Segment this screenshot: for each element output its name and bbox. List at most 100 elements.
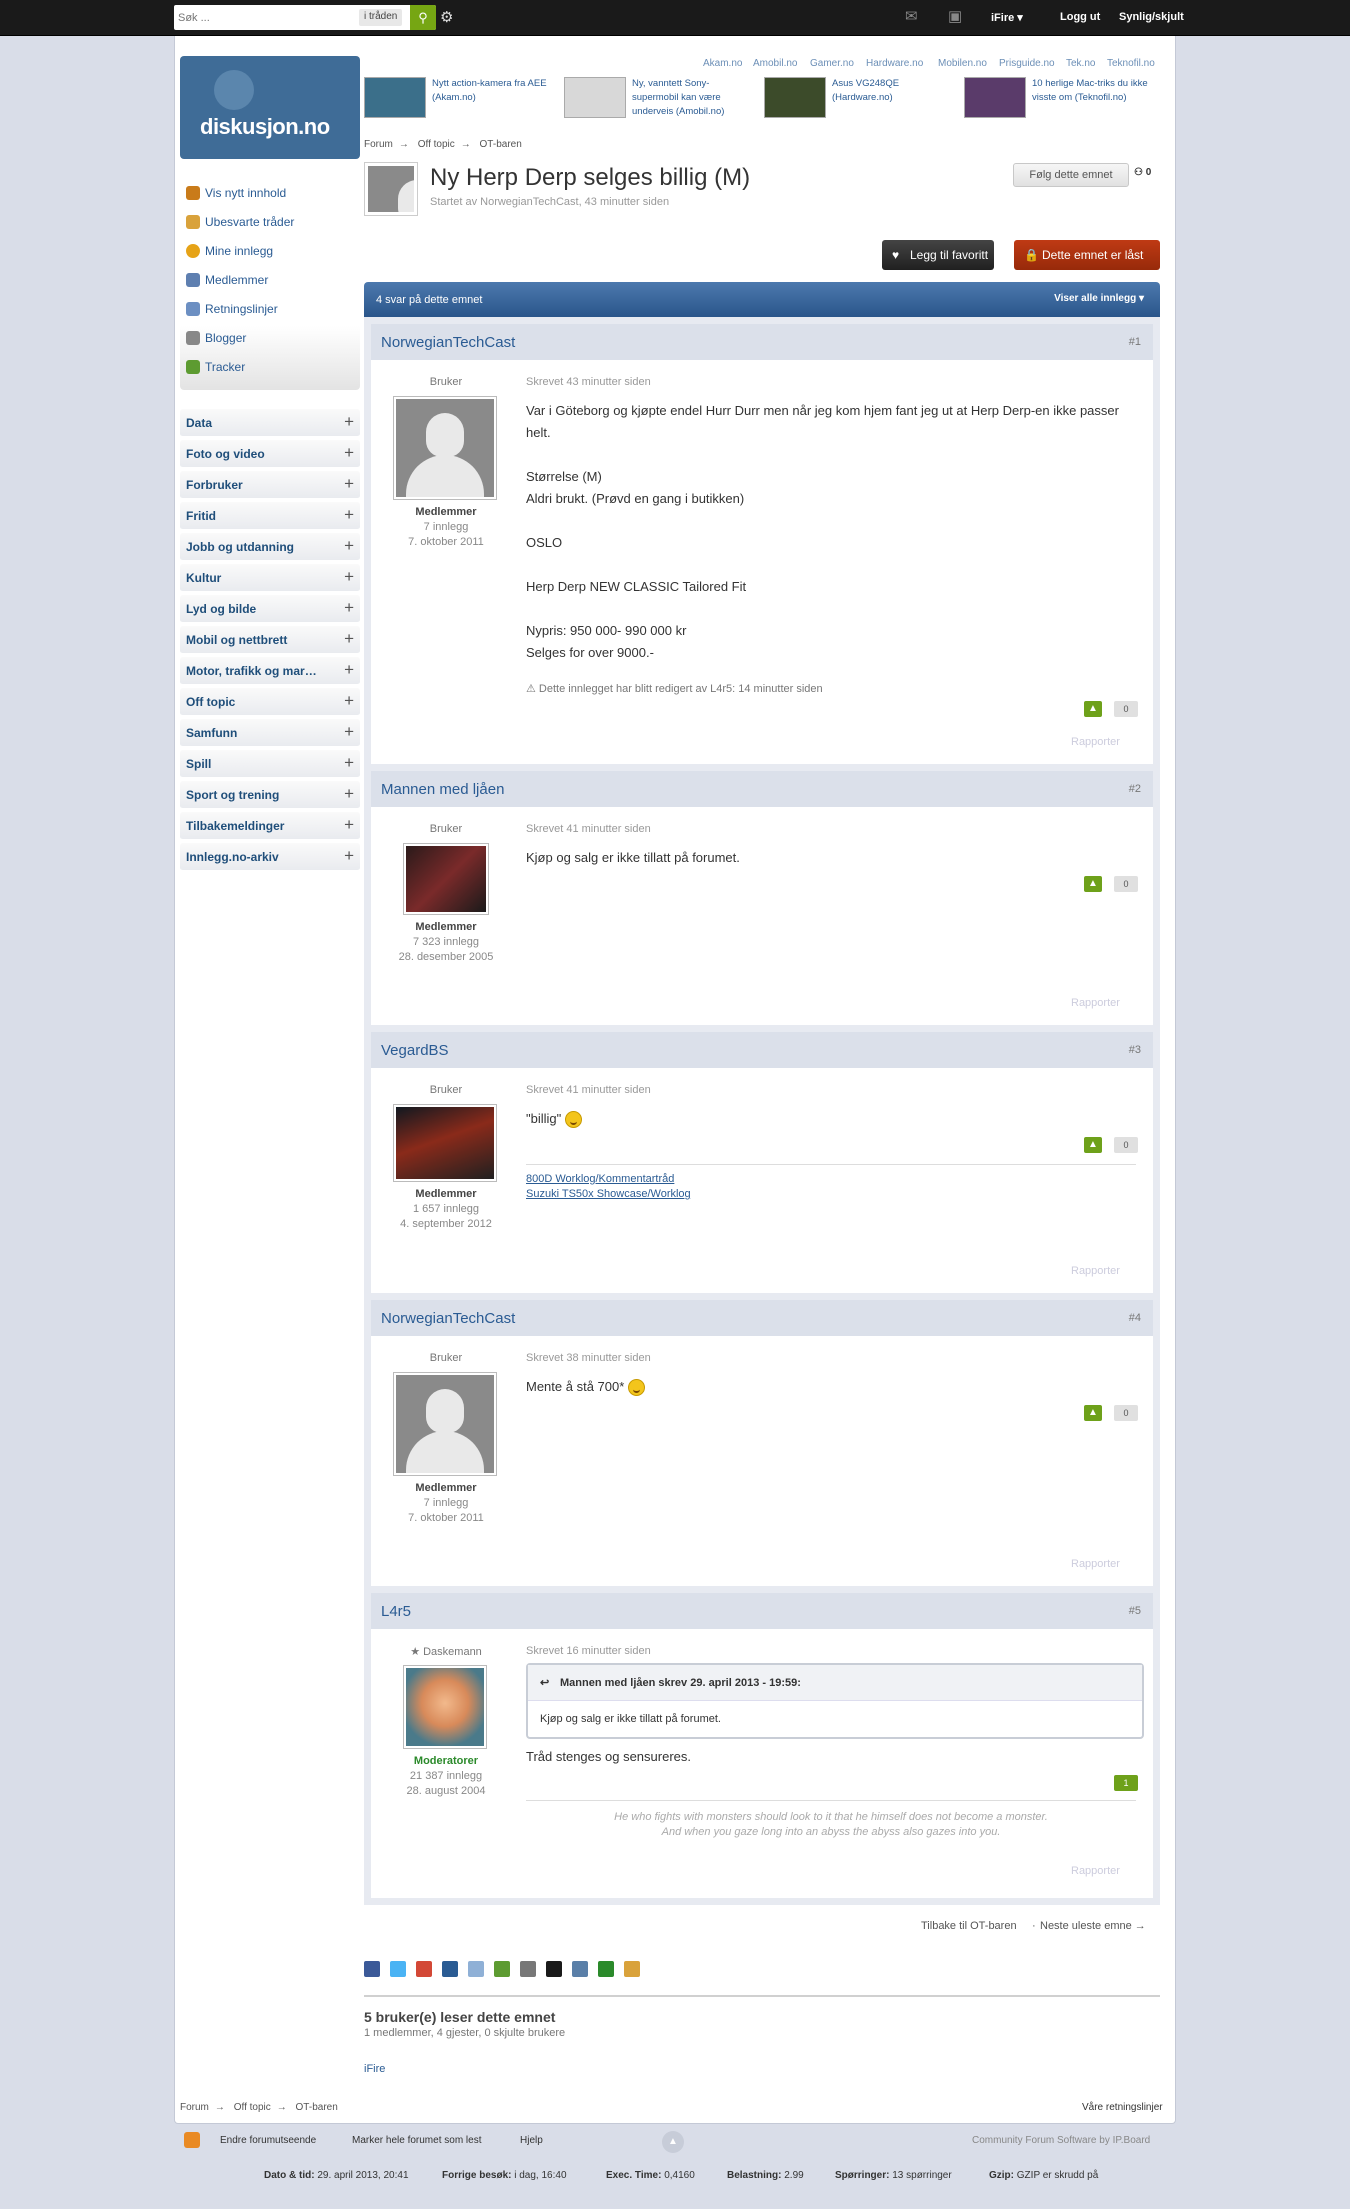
bookmark-icon[interactable] xyxy=(624,1961,640,1977)
category-lyd[interactable]: Lyd og bilde + xyxy=(180,595,360,623)
category-foto[interactable]: Foto og video + xyxy=(180,440,360,468)
breadcrumb-forum[interactable]: Forum xyxy=(180,2102,209,2113)
nav-new-content[interactable]: Vis nytt innhold xyxy=(186,184,286,202)
post-author[interactable]: Mannen med ljåen xyxy=(381,781,504,798)
category-spill[interactable]: Spill + xyxy=(180,750,360,778)
upvote-button[interactable]: ▲ xyxy=(1084,701,1102,717)
site-link[interactable]: Akam.no xyxy=(703,58,742,69)
site-link[interactable]: Mobilen.no xyxy=(938,58,987,69)
expand-icon[interactable]: + xyxy=(344,505,354,525)
expand-icon[interactable]: + xyxy=(344,536,354,556)
nav-members[interactable]: Medlemmer xyxy=(186,271,268,289)
post-author[interactable]: L4r5 xyxy=(381,1603,411,1620)
reddit-icon[interactable] xyxy=(572,1961,588,1977)
delicious-icon[interactable] xyxy=(546,1961,562,1977)
expand-icon[interactable]: + xyxy=(344,474,354,494)
report-link[interactable]: Rapporter xyxy=(1071,1265,1120,1277)
report-link[interactable]: Rapporter xyxy=(1071,1558,1120,1570)
category-sport[interactable]: Sport og trening + xyxy=(180,781,360,809)
download-icon[interactable] xyxy=(494,1961,510,1977)
reader-link[interactable]: iFire xyxy=(364,2063,385,2075)
post-author[interactable]: NorwegianTechCast xyxy=(381,1310,515,1327)
expand-icon[interactable]: + xyxy=(344,629,354,649)
post-date[interactable]: Skrevet 16 minutter siden xyxy=(526,1645,651,1657)
email-icon[interactable] xyxy=(468,1961,484,1977)
post-number[interactable]: #2 xyxy=(1129,783,1141,795)
search-button[interactable]: ⚲ xyxy=(410,5,436,30)
post-date[interactable]: Skrevet 41 minutter siden xyxy=(526,1084,651,1096)
category-arkiv[interactable]: Innlegg.no-arkiv + xyxy=(180,843,360,871)
expand-icon[interactable]: + xyxy=(344,753,354,773)
post-number[interactable]: #3 xyxy=(1129,1044,1141,1056)
nav-blogs[interactable]: Blogger xyxy=(186,329,246,347)
post-author[interactable]: NorwegianTechCast xyxy=(381,334,515,351)
post-date[interactable]: Skrevet 41 minutter siden xyxy=(526,823,651,835)
notifications-icon[interactable]: ▣ xyxy=(948,7,962,25)
site-link[interactable]: Gamer.no xyxy=(810,58,854,69)
post-date[interactable]: Skrevet 38 minutter siden xyxy=(526,1352,651,1364)
breadcrumb-offtopic[interactable]: Off topic xyxy=(418,139,455,150)
site-link[interactable]: Prisguide.no xyxy=(999,58,1055,69)
nav-unanswered[interactable]: Ubesvarte tråder xyxy=(186,213,294,231)
site-logo[interactable]: diskusjon.no xyxy=(180,56,360,159)
site-link[interactable]: Tek.no xyxy=(1066,58,1095,69)
stumble-icon[interactable] xyxy=(598,1961,614,1977)
starter-avatar[interactable] xyxy=(364,162,418,216)
site-link[interactable]: Amobil.no xyxy=(753,58,797,69)
show-all-dropdown[interactable]: Viser alle innlegg ▾ xyxy=(1054,293,1144,304)
expand-icon[interactable]: + xyxy=(344,722,354,742)
avatar[interactable] xyxy=(393,396,497,500)
category-jobb[interactable]: Jobb og utdanning + xyxy=(180,533,360,561)
facebook-icon[interactable] xyxy=(364,1961,380,1977)
nav-guidelines[interactable]: Retningslinjer xyxy=(186,300,278,318)
nav-my-posts[interactable]: Mine innlegg xyxy=(186,242,273,260)
print-icon[interactable] xyxy=(520,1961,536,1977)
avatar[interactable] xyxy=(403,843,489,915)
guidelines-link[interactable]: Våre retningslinjer xyxy=(1082,2102,1163,2113)
category-kultur[interactable]: Kultur + xyxy=(180,564,360,592)
category-mobil[interactable]: Mobil og nettbrett + xyxy=(180,626,360,654)
upvote-button[interactable]: ▲ xyxy=(1084,1405,1102,1421)
expand-icon[interactable]: + xyxy=(344,567,354,587)
post-number[interactable]: #4 xyxy=(1129,1312,1141,1324)
category-fritid[interactable]: Fritid + xyxy=(180,502,360,530)
digg-icon[interactable] xyxy=(442,1961,458,1977)
avatar[interactable] xyxy=(393,1372,497,1476)
locked-button[interactable]: 🔒 Dette emnet er låst xyxy=(1014,240,1160,270)
expand-icon[interactable]: + xyxy=(344,598,354,618)
user-menu[interactable]: iFire ▾ xyxy=(991,11,1023,24)
gear-icon[interactable]: ⚙ xyxy=(440,8,453,26)
back-to-top-icon[interactable]: ▲ xyxy=(662,2131,684,2153)
rss-icon[interactable] xyxy=(184,2132,200,2148)
ad-item[interactable]: Asus VG248QE (Hardware.no) xyxy=(764,77,954,123)
expand-icon[interactable]: + xyxy=(344,443,354,463)
site-link[interactable]: Hardware.no xyxy=(866,58,923,69)
expand-icon[interactable]: + xyxy=(344,784,354,804)
ad-item[interactable]: Ny, vanntett Sony-supermobil kan være un… xyxy=(564,77,754,123)
favorite-button[interactable]: ♥ Legg til favoritt xyxy=(882,240,994,270)
report-link[interactable]: Rapporter xyxy=(1071,1865,1120,1877)
mark-read-link[interactable]: Marker hele forumet som lest xyxy=(352,2135,482,2146)
avatar[interactable] xyxy=(403,1665,487,1749)
expand-icon[interactable]: + xyxy=(344,691,354,711)
breadcrumb-forum[interactable]: Forum xyxy=(364,139,393,150)
category-tilbakemeldinger[interactable]: Tilbakemeldinger + xyxy=(180,812,360,840)
back-link[interactable]: Tilbake til OT-baren xyxy=(921,1920,1017,1932)
category-motor[interactable]: Motor, trafikk og mar… + xyxy=(180,657,360,685)
post-author[interactable]: VegardBS xyxy=(381,1042,449,1059)
next-unread-link[interactable]: Neste uleste emne → xyxy=(1040,1920,1146,1932)
report-link[interactable]: Rapporter xyxy=(1071,736,1120,748)
upvote-button[interactable]: ▲ xyxy=(1084,1137,1102,1153)
site-link[interactable]: Teknofil.no xyxy=(1107,58,1155,69)
follow-button[interactable]: Følg dette emnet xyxy=(1013,163,1129,187)
category-data[interactable]: Data + xyxy=(180,409,360,437)
breadcrumb-otbaren[interactable]: OT-baren xyxy=(480,139,522,150)
signature-link[interactable]: 800D Worklog/Kommentartråd xyxy=(526,1172,1136,1187)
search-scope[interactable]: i tråden xyxy=(359,9,403,26)
report-link[interactable]: Rapporter xyxy=(1071,997,1120,1009)
avatar[interactable] xyxy=(393,1104,497,1182)
search-input[interactable] xyxy=(178,8,353,27)
change-theme-link[interactable]: Endre forumutseende xyxy=(220,2135,316,2146)
expand-icon[interactable]: + xyxy=(344,846,354,866)
ad-item[interactable]: Nytt action-kamera fra AEE (Akam.no) xyxy=(364,77,554,123)
